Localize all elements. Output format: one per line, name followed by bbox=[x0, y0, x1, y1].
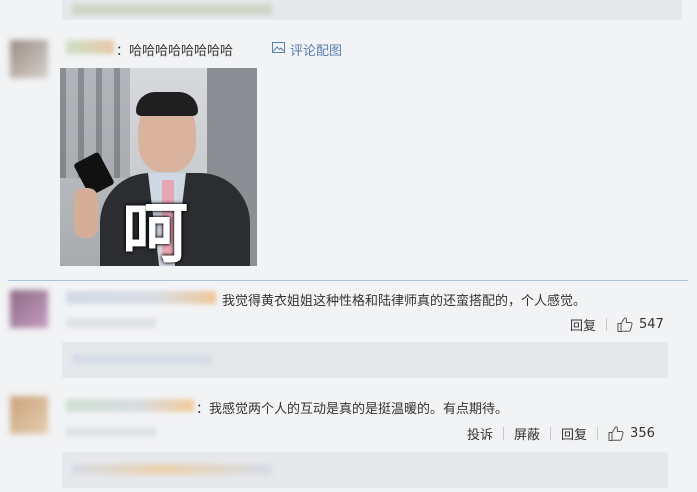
blurred-reply-text bbox=[72, 4, 272, 15]
comment-text: ：哈哈哈哈哈哈哈哈 bbox=[116, 44, 234, 59]
block-button[interactable]: 屏蔽 bbox=[514, 424, 540, 443]
picture-icon bbox=[272, 42, 285, 57]
avatar[interactable] bbox=[10, 290, 48, 328]
reply-button[interactable]: 回复 bbox=[561, 424, 587, 443]
like-button[interactable]: 547 bbox=[617, 317, 664, 332]
image-caption: 呵 bbox=[122, 195, 190, 266]
like-count: 547 bbox=[639, 317, 664, 332]
blurred-reply-text bbox=[72, 354, 212, 365]
thumbs-up-icon bbox=[617, 317, 633, 332]
like-button[interactable]: 356 bbox=[608, 426, 655, 441]
picture-link-label: 评论配图 bbox=[290, 44, 343, 59]
like-count: 356 bbox=[630, 426, 655, 441]
username[interactable] bbox=[66, 40, 114, 54]
username[interactable] bbox=[66, 399, 194, 412]
timestamp bbox=[66, 318, 156, 328]
thumbs-up-icon bbox=[608, 426, 624, 441]
comment-actions: 投诉 屏蔽 回复 356 bbox=[467, 424, 655, 443]
comment-image[interactable]: 呵 bbox=[60, 68, 257, 266]
divider bbox=[8, 280, 688, 281]
blurred-reply-text bbox=[72, 464, 272, 475]
report-button[interactable]: 投诉 bbox=[467, 424, 493, 443]
comment-actions: 回复 547 bbox=[570, 315, 664, 334]
separator bbox=[550, 427, 552, 440]
separator bbox=[597, 427, 599, 440]
separator bbox=[606, 318, 608, 331]
separator bbox=[503, 427, 505, 440]
reply-button[interactable]: 回复 bbox=[570, 315, 596, 334]
avatar[interactable] bbox=[10, 40, 48, 78]
avatar[interactable] bbox=[10, 396, 48, 434]
comment-text: 我觉得黄衣姐姐这种性格和陆律师真的还蛮搭配的，个人感觉。 bbox=[222, 294, 587, 309]
timestamp bbox=[66, 427, 156, 437]
comment-text: ：我感觉两个人的互动是真的是挺温暖的。有点期待。 bbox=[196, 402, 509, 417]
comment-picture-link[interactable]: 评论配图 bbox=[272, 40, 342, 59]
username[interactable] bbox=[66, 291, 216, 304]
